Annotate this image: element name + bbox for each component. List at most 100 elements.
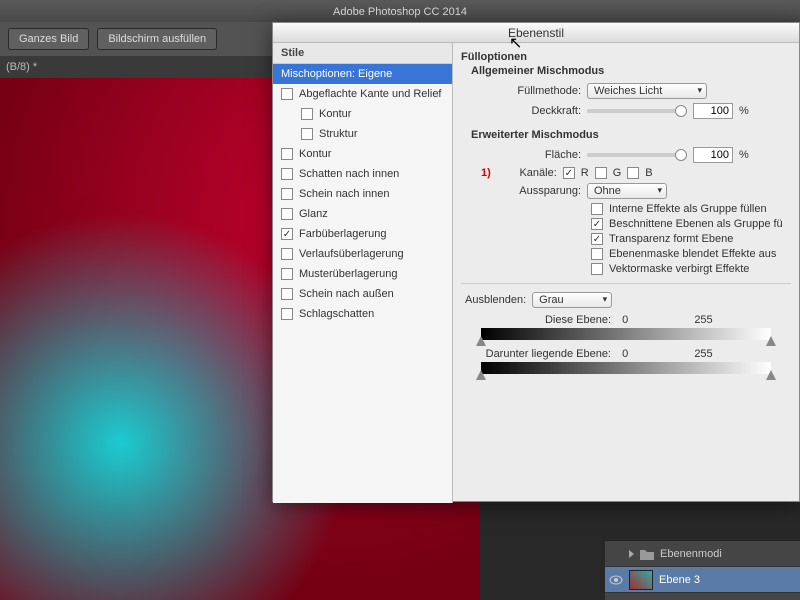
styles-list: Stile Mischoptionen: Eigene Abgeflachte K… bbox=[273, 43, 453, 503]
adv-option-1[interactable]: Beschnittene Ebenen als Gruppe fü bbox=[591, 218, 791, 230]
adv-checkbox[interactable] bbox=[591, 233, 603, 245]
layer-row[interactable]: Ebene 3 bbox=[605, 567, 800, 593]
advanced-blend-title: Erweiterter Mischmodus bbox=[471, 129, 791, 141]
style-checkbox[interactable] bbox=[281, 188, 293, 200]
blendif-select[interactable]: Grau bbox=[532, 292, 612, 308]
style-checkbox[interactable] bbox=[281, 168, 293, 180]
adv-option-4[interactable]: Vektormaske verbirgt Effekte bbox=[591, 263, 791, 275]
fill-opacity-label: Fläche: bbox=[481, 149, 581, 161]
layer-name: Ebene 3 bbox=[659, 574, 700, 586]
percent-label-2: % bbox=[739, 149, 749, 161]
fill-screen-button[interactable]: Bildschirm ausfüllen bbox=[97, 28, 217, 50]
style-item-2[interactable]: Kontur bbox=[273, 104, 452, 124]
adv-option-0[interactable]: Interne Effekte als Gruppe füllen bbox=[591, 203, 791, 215]
opacity-slider[interactable] bbox=[587, 109, 687, 113]
knockout-label: Aussparung: bbox=[481, 185, 581, 197]
adv-option-3[interactable]: Ebenenmaske blendet Effekte aus bbox=[591, 248, 791, 260]
toggle-visibility-icon[interactable] bbox=[609, 573, 623, 587]
style-label: Kontur bbox=[319, 108, 351, 120]
style-item-1[interactable]: Abgeflachte Kante und Relief bbox=[273, 84, 452, 104]
adv-label: Ebenenmaske blendet Effekte aus bbox=[609, 248, 776, 260]
layers-panel: Ebenenmodi Ebene 3 bbox=[605, 540, 800, 600]
style-item-12[interactable]: Schlagschatten bbox=[273, 304, 452, 324]
style-checkbox[interactable] bbox=[281, 308, 293, 320]
blend-mode-label: Füllmethode: bbox=[481, 85, 581, 97]
style-label: Glanz bbox=[299, 208, 328, 220]
style-item-9[interactable]: Verlaufsüberlagerung bbox=[273, 244, 452, 264]
style-label: Farbüberlagerung bbox=[299, 228, 386, 240]
adv-checkbox[interactable] bbox=[591, 263, 603, 275]
style-checkbox[interactable] bbox=[281, 228, 293, 240]
adv-checkbox[interactable] bbox=[591, 203, 603, 215]
styles-header: Stile bbox=[273, 43, 452, 64]
opacity-label: Deckkraft: bbox=[481, 105, 581, 117]
layer-style-dialog: ↖ Ebenenstil Stile Mischoptionen: Eigene… bbox=[272, 22, 800, 502]
knockout-select[interactable]: Ohne bbox=[587, 183, 667, 199]
style-label: Schlagschatten bbox=[299, 308, 374, 320]
style-checkbox[interactable] bbox=[281, 248, 293, 260]
style-label: Verlaufsüberlagerung bbox=[299, 248, 404, 260]
fill-options-title: Fülloptionen bbox=[461, 51, 791, 63]
blend-mode-select[interactable]: Weiches Licht bbox=[587, 83, 707, 99]
adv-option-2[interactable]: Transparenz formt Ebene bbox=[591, 233, 791, 245]
layer-thumbnail bbox=[629, 570, 653, 590]
style-item-4[interactable]: Kontur bbox=[273, 144, 452, 164]
toggle-visibility-icon[interactable] bbox=[609, 547, 623, 561]
adv-label: Interne Effekte als Gruppe füllen bbox=[609, 203, 767, 215]
channel-g-checkbox[interactable] bbox=[595, 167, 607, 179]
style-options: Fülloptionen Allgemeiner Mischmodus Füll… bbox=[453, 43, 799, 503]
style-item-6[interactable]: Schein nach innen bbox=[273, 184, 452, 204]
style-item-8[interactable]: Farbüberlagerung bbox=[273, 224, 452, 244]
style-label: Kontur bbox=[299, 148, 331, 160]
style-checkbox[interactable] bbox=[281, 268, 293, 280]
style-item-7[interactable]: Glanz bbox=[273, 204, 452, 224]
opacity-input[interactable] bbox=[693, 103, 733, 119]
tab-label: (B/8) * bbox=[6, 61, 37, 73]
style-checkbox[interactable] bbox=[281, 88, 293, 100]
folder-icon bbox=[640, 548, 654, 560]
style-label: Struktur bbox=[319, 128, 358, 140]
style-label: Abgeflachte Kante und Relief bbox=[299, 88, 442, 100]
style-checkbox[interactable] bbox=[281, 148, 293, 160]
annotation-marker: 1) bbox=[481, 167, 491, 179]
range-min-2: 0 bbox=[622, 348, 628, 360]
layer-group-name: Ebenenmodi bbox=[660, 548, 722, 560]
blendif-label: Ausblenden: bbox=[465, 294, 526, 306]
fill-slider[interactable] bbox=[587, 153, 687, 157]
style-label: Schatten nach innen bbox=[299, 168, 399, 180]
style-checkbox[interactable] bbox=[281, 208, 293, 220]
disclosure-icon[interactable] bbox=[629, 550, 634, 558]
adv-checkbox[interactable] bbox=[591, 218, 603, 230]
adv-label: Beschnittene Ebenen als Gruppe fü bbox=[609, 218, 783, 230]
style-checkbox[interactable] bbox=[301, 128, 313, 140]
app-title: Adobe Photoshop CC 2014 bbox=[333, 6, 467, 18]
adv-checkbox[interactable] bbox=[591, 248, 603, 260]
adv-label: Vektormaske verbirgt Effekte bbox=[609, 263, 749, 275]
range-max: 255 bbox=[694, 314, 712, 326]
style-item-0[interactable]: Mischoptionen: Eigene bbox=[273, 64, 452, 84]
underlying-layer-label: Darunter liegende Ebene: bbox=[461, 348, 611, 360]
style-checkbox[interactable] bbox=[281, 288, 293, 300]
fill-input[interactable] bbox=[693, 147, 733, 163]
this-layer-label: Diese Ebene: bbox=[461, 314, 611, 326]
fit-screen-button[interactable]: Ganzes Bild bbox=[8, 28, 89, 50]
layer-group-row[interactable]: Ebenenmodi bbox=[605, 541, 800, 567]
style-item-11[interactable]: Schein nach außen bbox=[273, 284, 452, 304]
app-title-bar: Adobe Photoshop CC 2014 bbox=[0, 0, 800, 22]
style-label: Schein nach außen bbox=[299, 288, 394, 300]
style-label: Musterüberlagerung bbox=[299, 268, 397, 280]
percent-label: % bbox=[739, 105, 749, 117]
range-min: 0 bbox=[622, 314, 628, 326]
underlying-layer-slider[interactable] bbox=[481, 362, 771, 374]
this-layer-slider[interactable] bbox=[481, 328, 771, 340]
general-blend-title: Allgemeiner Mischmodus bbox=[471, 65, 791, 77]
channel-r-checkbox[interactable] bbox=[563, 167, 575, 179]
style-item-3[interactable]: Struktur bbox=[273, 124, 452, 144]
style-checkbox[interactable] bbox=[301, 108, 313, 120]
channel-b-checkbox[interactable] bbox=[627, 167, 639, 179]
style-item-5[interactable]: Schatten nach innen bbox=[273, 164, 452, 184]
adv-label: Transparenz formt Ebene bbox=[609, 233, 733, 245]
range-max-2: 255 bbox=[694, 348, 712, 360]
style-label: Schein nach innen bbox=[299, 188, 390, 200]
style-item-10[interactable]: Musterüberlagerung bbox=[273, 264, 452, 284]
